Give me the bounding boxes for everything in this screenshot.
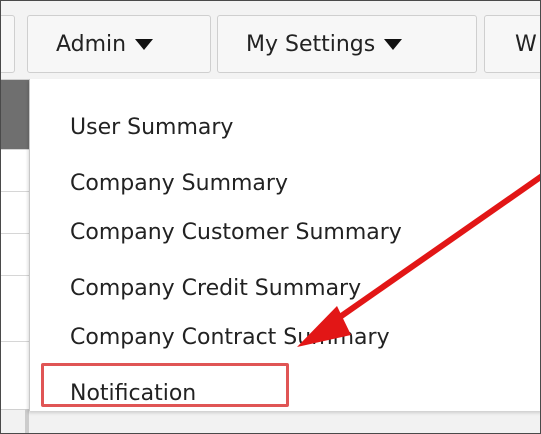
screenshot-frame: Admin My Settings W User Summary Company… [0, 0, 541, 434]
annotation-arrow-icon [297, 173, 540, 347]
